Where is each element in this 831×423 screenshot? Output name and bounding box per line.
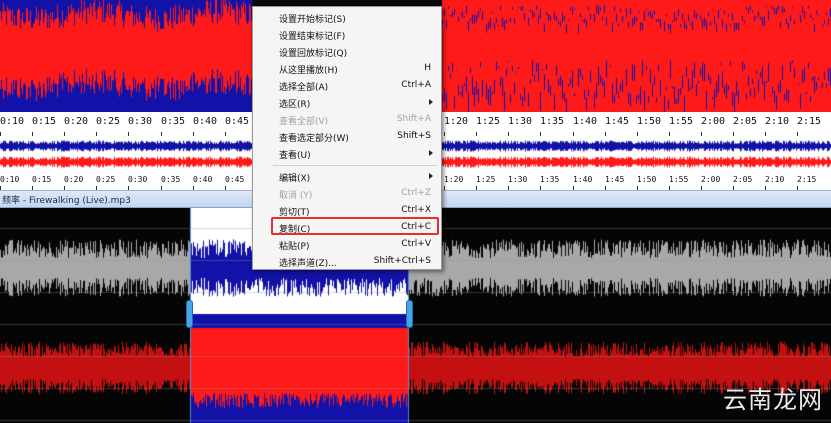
tick-label: 2:00 <box>701 175 721 184</box>
menu-item-select-all[interactable]: 选择全部(A) Ctrl+A <box>255 78 439 94</box>
menu-item-view[interactable]: 查看(U) <box>255 146 439 162</box>
tick-label: 1:50 <box>637 175 657 184</box>
selection-end-handle[interactable] <box>406 300 413 328</box>
menu-item-view-all: 查看全部(V) Shift+A <box>279 114 431 127</box>
shortcut-label: Shift+S <box>397 131 431 141</box>
tick-label: 1:35 <box>540 175 560 184</box>
tick-label: 0:30 <box>128 175 148 184</box>
menu-item-paste[interactable]: 粘贴(P) Ctrl+V <box>255 237 439 253</box>
tick-label: 0:10 <box>0 116 25 127</box>
shortcut-label: Ctrl+V <box>401 239 431 249</box>
menu-item-set-end-mark[interactable]: 设置结束标记(F) <box>255 27 439 43</box>
tick-label: 0:25 <box>96 116 121 127</box>
selection-start-handle[interactable] <box>186 300 193 328</box>
shortcut-label: Shift+Ctrl+S <box>373 256 431 266</box>
menu-item-set-start-mark[interactable]: 设置开始标记(S) <box>255 10 439 26</box>
submenu-arrow-icon <box>429 150 433 156</box>
tick-label: 1:40 <box>573 175 593 184</box>
tick-label: 1:45 <box>605 175 625 184</box>
shortcut-label: Ctrl+A <box>401 80 431 90</box>
tick-label: 2:05 <box>733 175 753 184</box>
tick-label: 1:40 <box>573 116 598 127</box>
tick-label: 0:40 <box>193 116 218 127</box>
menu-item-set-playback-mark[interactable]: 设置回放标记(Q) <box>255 44 439 60</box>
tick-label: 1:55 <box>669 175 689 184</box>
context-menu[interactable]: 设置开始标记(S) 设置结束标记(F) 设置回放标记(Q) 从这里播放(H) H … <box>252 6 442 270</box>
submenu-arrow-icon <box>429 99 433 105</box>
menu-item-view-selection[interactable]: 查看选定部分(W) Shift+S <box>255 129 439 145</box>
tick-label: 0:15 <box>32 116 57 127</box>
tick-label: 2:10 <box>765 175 785 184</box>
tick-label: 2:10 <box>765 116 790 127</box>
tick-label: 1:35 <box>540 116 565 127</box>
menu-separator <box>273 165 437 166</box>
tick-label: 2:00 <box>701 116 726 127</box>
menu-item-play-from-here[interactable]: 从这里播放(H) H <box>255 61 439 77</box>
tick-label: 1:45 <box>605 116 630 127</box>
tick-label: 0:35 <box>161 116 186 127</box>
window-title: 频率 - Firewalking (Live).mp3 <box>2 196 131 206</box>
submenu-arrow-icon <box>429 173 433 179</box>
tick-label: 1:30 <box>508 175 528 184</box>
tick-label: 0:35 <box>161 175 181 184</box>
shortcut-label: H <box>424 63 431 73</box>
tick-label: 2:15 <box>797 116 822 127</box>
menu-item-selection[interactable]: 选区(R) <box>255 95 439 111</box>
shortcut-label: Shift+A <box>396 114 431 124</box>
shortcut-label: Ctrl+X <box>401 205 431 215</box>
tick-label: 0:45 <box>225 175 245 184</box>
tick-label: 1:50 <box>637 116 662 127</box>
tick-label: 1:20 <box>444 116 469 127</box>
tick-label: 0:30 <box>128 116 153 127</box>
tick-label: 2:15 <box>797 175 817 184</box>
tick-label: 0:20 <box>64 116 89 127</box>
tick-label: 0:10 <box>0 175 20 184</box>
watermark: 云南龙网 <box>723 386 823 414</box>
tick-label: 2:05 <box>733 116 758 127</box>
tick-label: 1:25 <box>476 116 501 127</box>
menu-item-edit[interactable]: 编辑(X) <box>255 169 439 185</box>
tick-label: 1:55 <box>669 116 694 127</box>
shortcut-label: Ctrl+Z <box>401 188 431 198</box>
menu-item-undo: 取消 (Y) Ctrl+Z <box>279 188 431 201</box>
tick-label: 0:25 <box>96 175 116 184</box>
tick-label: 0:40 <box>193 175 213 184</box>
tick-label: 0:15 <box>32 175 52 184</box>
tick-label: 1:20 <box>444 175 464 184</box>
copy-highlight-box <box>271 217 439 235</box>
tick-label: 1:25 <box>476 175 496 184</box>
tick-label: 0:45 <box>225 116 250 127</box>
tick-label: 1:30 <box>508 116 533 127</box>
menu-item-select-channel[interactable]: 选择声道(Z)... Shift+Ctrl+S <box>255 254 439 270</box>
tick-label: 0:20 <box>64 175 84 184</box>
